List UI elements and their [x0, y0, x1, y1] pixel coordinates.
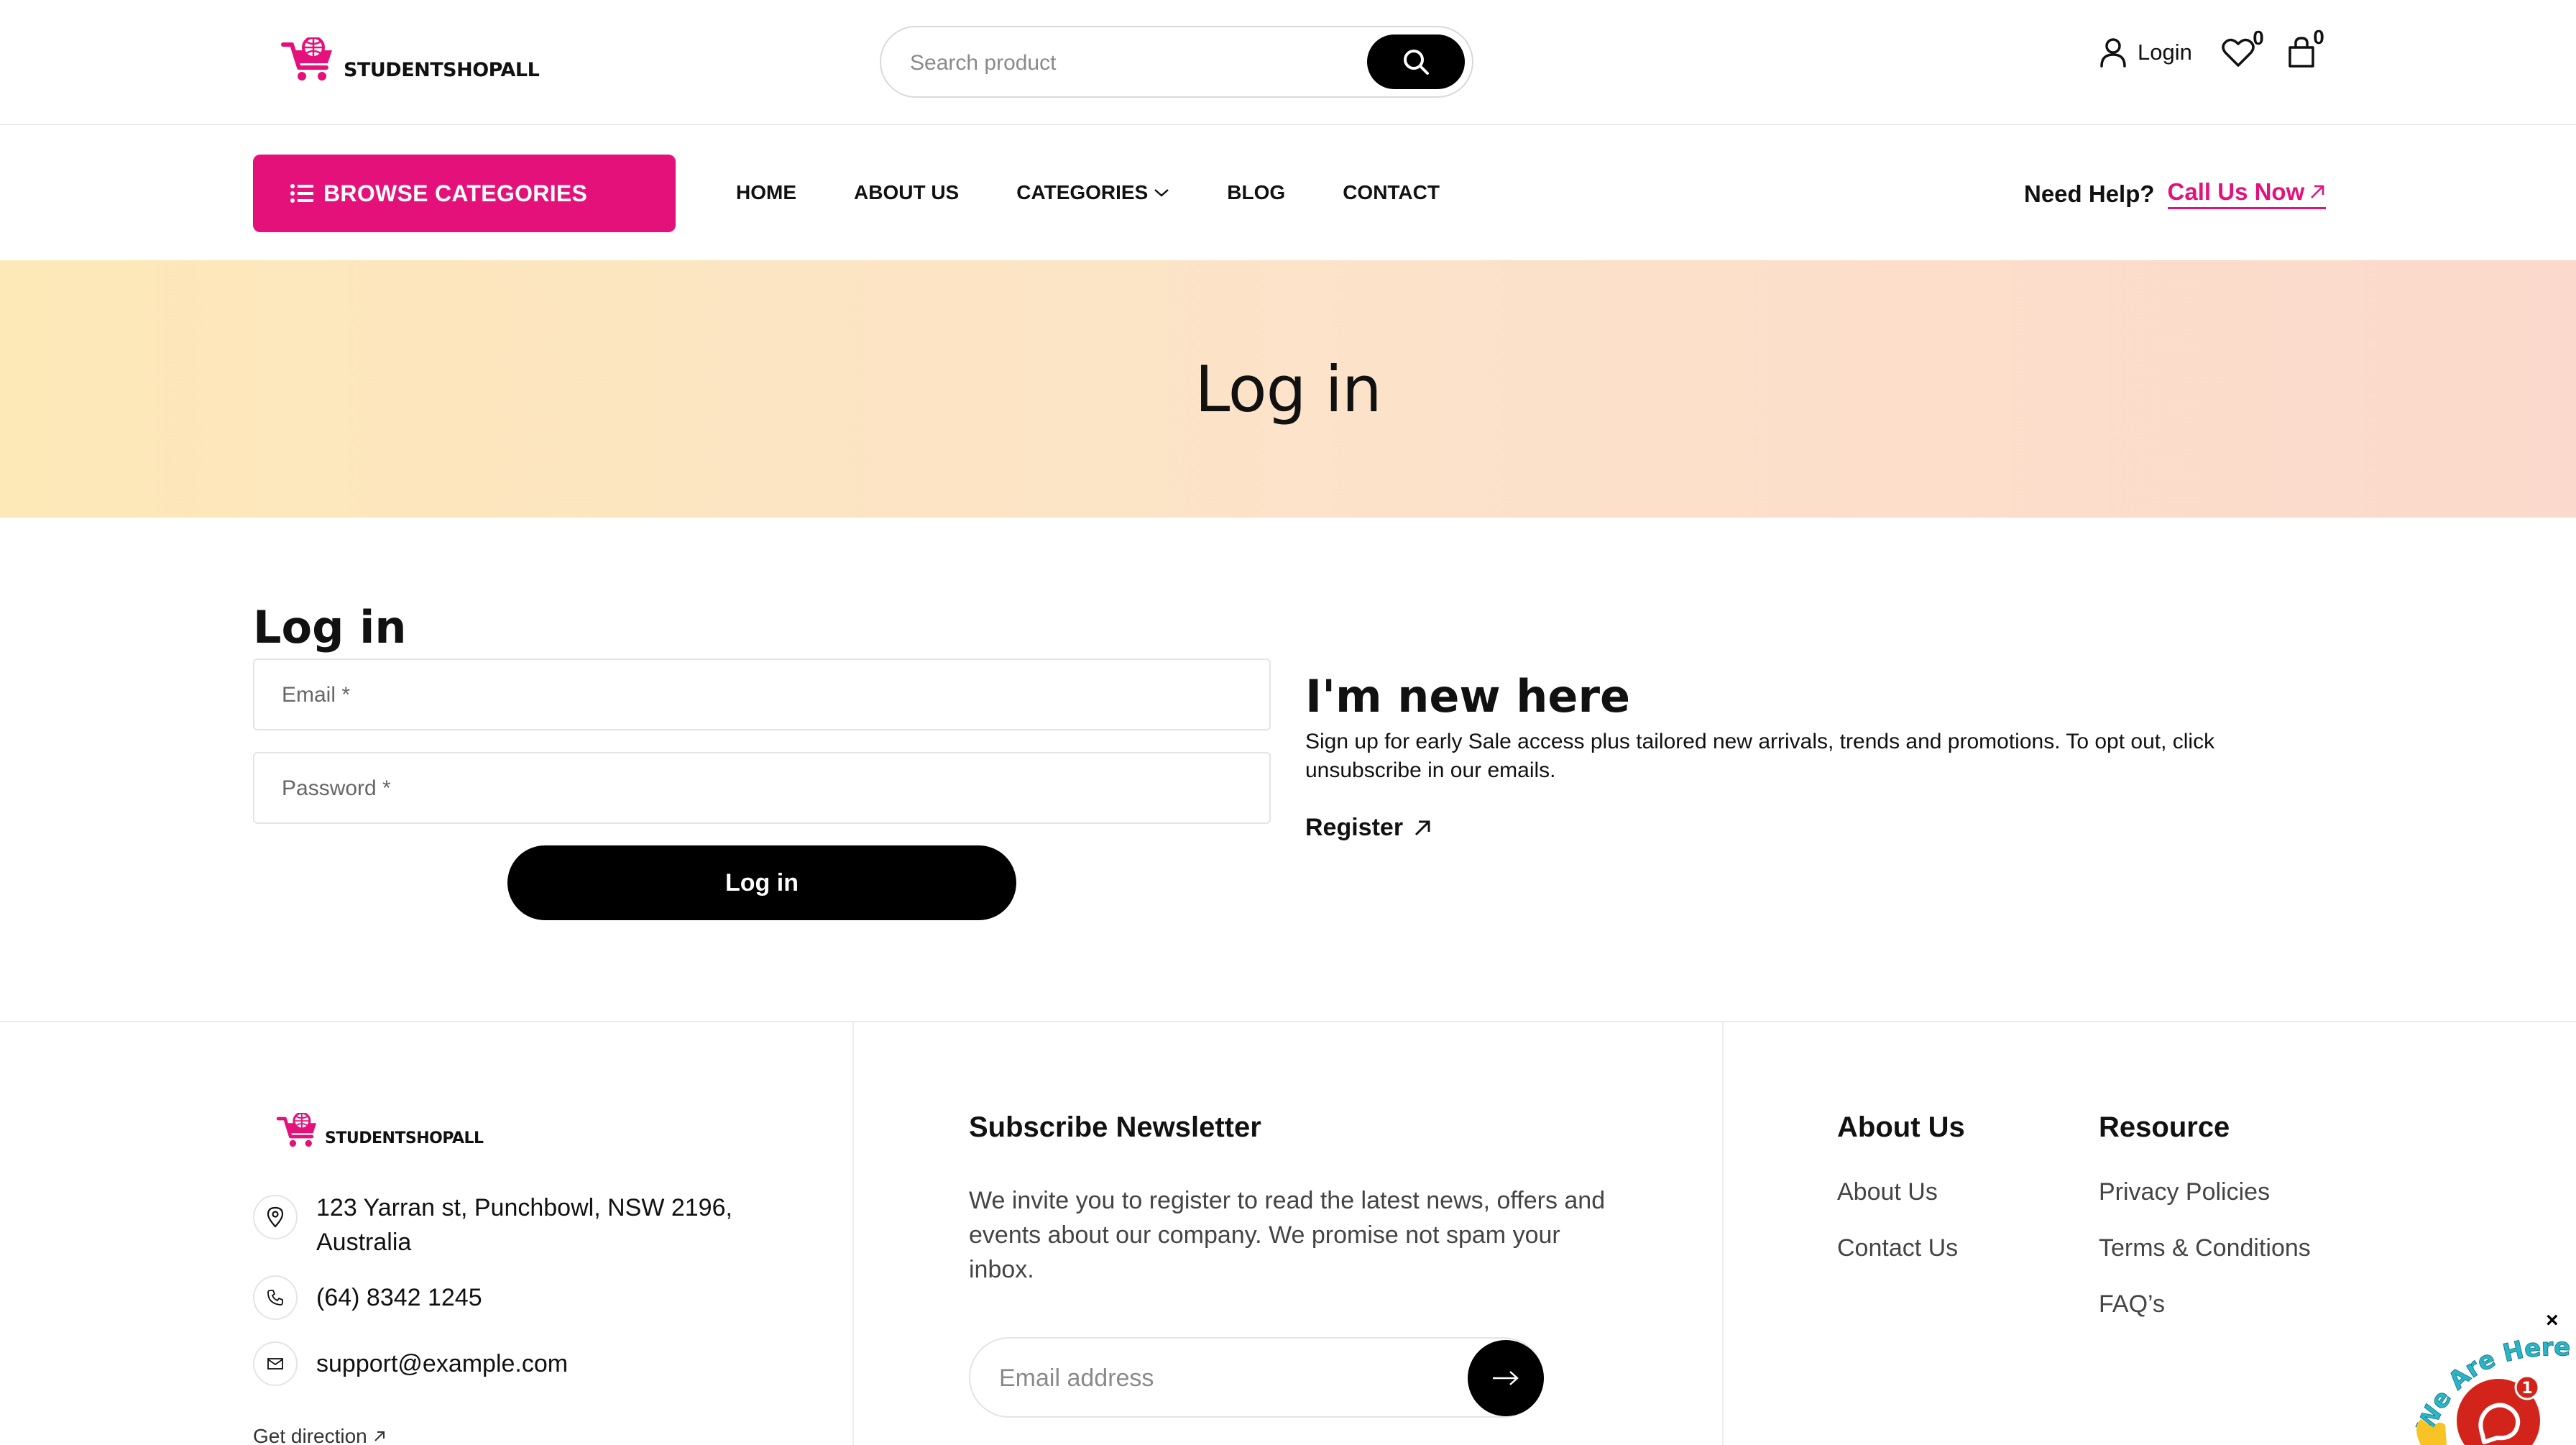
call-us-now-label: Call Us Now	[2167, 178, 2305, 205]
phone-icon	[253, 1275, 298, 1320]
new-customer-description: Sign up for early Sale access plus tailo…	[1305, 730, 2215, 782]
nav-item-contact[interactable]: CONTACT	[1343, 181, 1440, 204]
footer-about-column: About Us About Us Contact Us	[1837, 1111, 1965, 1288]
shopping-bag-icon	[2288, 37, 2314, 68]
email-field[interactable]	[282, 677, 1216, 713]
footer-link-terms-conditions[interactable]: Terms & Conditions	[2099, 1231, 2311, 1265]
heart-icon	[2222, 38, 2255, 67]
footer-logo-text: STUDENTSHOPALL	[325, 1129, 484, 1147]
chat-badge-count: 1	[2521, 1380, 2532, 1398]
nav-item-home[interactable]: HOME	[736, 181, 796, 204]
cart-count: 0	[2313, 26, 2324, 48]
password-field-wrapper	[253, 752, 1271, 824]
login-form-title: Log in	[253, 601, 407, 653]
user-icon	[2100, 38, 2126, 68]
call-us-now-link[interactable]: Call Us Now	[2167, 178, 2327, 209]
login-label: Login	[2138, 40, 2192, 65]
newsletter-submit-button[interactable]	[1468, 1340, 1544, 1416]
list-icon	[290, 184, 313, 203]
footer-link-faqs[interactable]: FAQ’s	[2099, 1288, 2311, 1321]
nav-item-categories[interactable]: CATEGORIES	[1016, 181, 1169, 204]
login-link[interactable]: Login	[2099, 37, 2192, 68]
new-customer-title: I'm new here	[1305, 670, 1631, 722]
cart-button[interactable]: 0	[2287, 26, 2324, 69]
chevron-down-icon	[1154, 189, 1169, 197]
nav-item-about-us[interactable]: ABOUT US	[854, 181, 959, 204]
register-link[interactable]: Register	[1305, 814, 1432, 842]
search-icon	[1404, 50, 1429, 75]
footer-link-contact-us[interactable]: Contact Us	[1837, 1231, 1965, 1265]
help-label: Need Help?	[2024, 180, 2155, 207]
top-header: STUDENTSHOPALL Login 0	[0, 0, 2576, 125]
footer-link-about-us[interactable]: About Us	[1837, 1175, 1965, 1208]
help-section: Need Help? Call Us Now	[2024, 178, 2327, 209]
footer-divider	[852, 1022, 854, 1445]
get-direction-link[interactable]: Get direction	[253, 1425, 386, 1445]
footer-address-text: 123 Yarran st, Punchbowl, NSW 2196, Aust…	[316, 1194, 732, 1256]
get-direction-label: Get direction	[253, 1425, 367, 1445]
mail-icon	[253, 1341, 298, 1386]
footer-about-title: About Us	[1837, 1111, 1965, 1143]
login-submit-button[interactable]: Log in	[507, 845, 1016, 920]
search-button[interactable]	[1367, 35, 1465, 89]
email-field-wrapper	[253, 659, 1271, 730]
password-field[interactable]	[282, 771, 1216, 807]
site-footer: STUDENTSHOPALL 123 Yarran st, Punchbowl,…	[0, 1021, 2576, 1445]
arrow-up-right-icon	[2311, 185, 2324, 198]
footer-link-privacy-policies[interactable]: Privacy Policies	[2099, 1175, 2311, 1208]
arrow-right-icon	[1493, 1371, 1519, 1385]
nav-menu: HOME ABOUT US CATEGORIES BLOG CONTACT	[736, 181, 1440, 204]
shopping-cart-globe-icon	[281, 37, 332, 81]
header-actions: Login 0 0	[2099, 26, 2324, 69]
footer-address: 123 Yarran st, Punchbowl, NSW 2196, Aust…	[253, 1194, 762, 1260]
footer-phone-link[interactable]: (64) 8342 1245	[316, 1280, 482, 1315]
arrow-up-right-icon	[1415, 820, 1430, 835]
register-label: Register	[1305, 814, 1404, 841]
footer-resource-column: Resource Privacy Policies Terms & Condit…	[2099, 1111, 2311, 1344]
logo-text: STUDENTSHOPALL	[344, 58, 540, 81]
footer-divider	[1722, 1022, 1724, 1445]
browse-categories-button[interactable]: BROWSE CATEGORIES	[253, 155, 676, 232]
footer-resource-title: Resource	[2099, 1111, 2230, 1143]
arrow-up-right-icon	[374, 1431, 385, 1441]
map-pin-icon	[253, 1195, 298, 1239]
footer-email-link[interactable]: support@example.com	[316, 1347, 568, 1381]
nav-item-categories-label: CATEGORIES	[1016, 181, 1149, 203]
wishlist-count: 0	[2253, 27, 2264, 49]
site-logo[interactable]: STUDENTSHOPALL	[280, 37, 540, 85]
footer-phone: (64) 8342 1245	[253, 1275, 482, 1320]
page-title: Log in	[1195, 352, 1381, 426]
main-navbar: BROWSE CATEGORIES HOME ABOUT US CATEGORI…	[0, 127, 2576, 260]
nav-item-blog[interactable]: BLOG	[1227, 181, 1285, 204]
search-bar	[880, 26, 1473, 98]
newsletter-description: We invite you to register to read the la…	[969, 1187, 1606, 1283]
newsletter-title: Subscribe Newsletter	[969, 1111, 1261, 1143]
wishlist-button[interactable]: 0	[2221, 27, 2264, 68]
footer-logo[interactable]: STUDENTSHOPALL	[276, 1113, 484, 1150]
page-banner: Log in	[0, 260, 2576, 518]
shopping-cart-globe-icon	[276, 1113, 317, 1147]
browse-categories-label: BROWSE CATEGORIES	[323, 180, 588, 206]
newsletter-email-input[interactable]	[999, 1360, 1430, 1396]
search-input[interactable]	[910, 46, 1370, 81]
newsletter-form	[969, 1337, 1544, 1418]
chat-widget[interactable]: We Are Here! 1	[2405, 1327, 2576, 1445]
footer-email: support@example.com	[253, 1341, 568, 1386]
